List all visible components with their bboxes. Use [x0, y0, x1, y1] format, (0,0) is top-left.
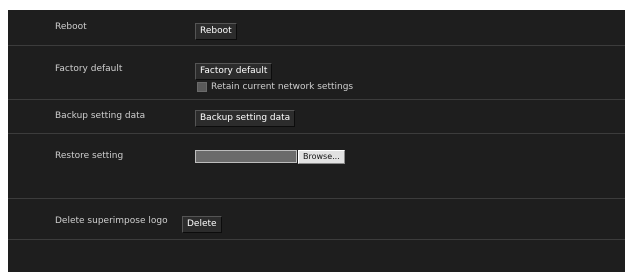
backup-setting-data-button[interactable]: Backup setting data [195, 110, 296, 127]
divider-restore [8, 198, 625, 199]
factory-default-label: Factory default [55, 64, 123, 74]
restore-file-input[interactable] [195, 150, 297, 163]
reboot-button[interactable]: Reboot [195, 23, 237, 40]
factory-default-button[interactable]: Factory default [195, 63, 273, 80]
divider-reboot [8, 45, 625, 46]
divider-backup [8, 133, 625, 134]
restore-setting-label: Restore setting [55, 151, 124, 161]
browse-button[interactable]: Browse... [298, 150, 345, 164]
reboot-label: Reboot [55, 22, 87, 32]
backup-setting-data-label: Backup setting data [55, 111, 146, 121]
retain-network-settings-label: Retain current network settings [211, 82, 354, 92]
divider-factory-default [8, 99, 625, 100]
delete-superimpose-logo-label: Delete superimpose logo [55, 216, 168, 226]
divider-delete-logo [8, 239, 625, 240]
retain-network-settings-checkbox[interactable] [197, 82, 207, 92]
maintenance-panel: Reboot Reboot Factory default Factory de… [8, 10, 625, 272]
delete-logo-button[interactable]: Delete [182, 216, 222, 233]
